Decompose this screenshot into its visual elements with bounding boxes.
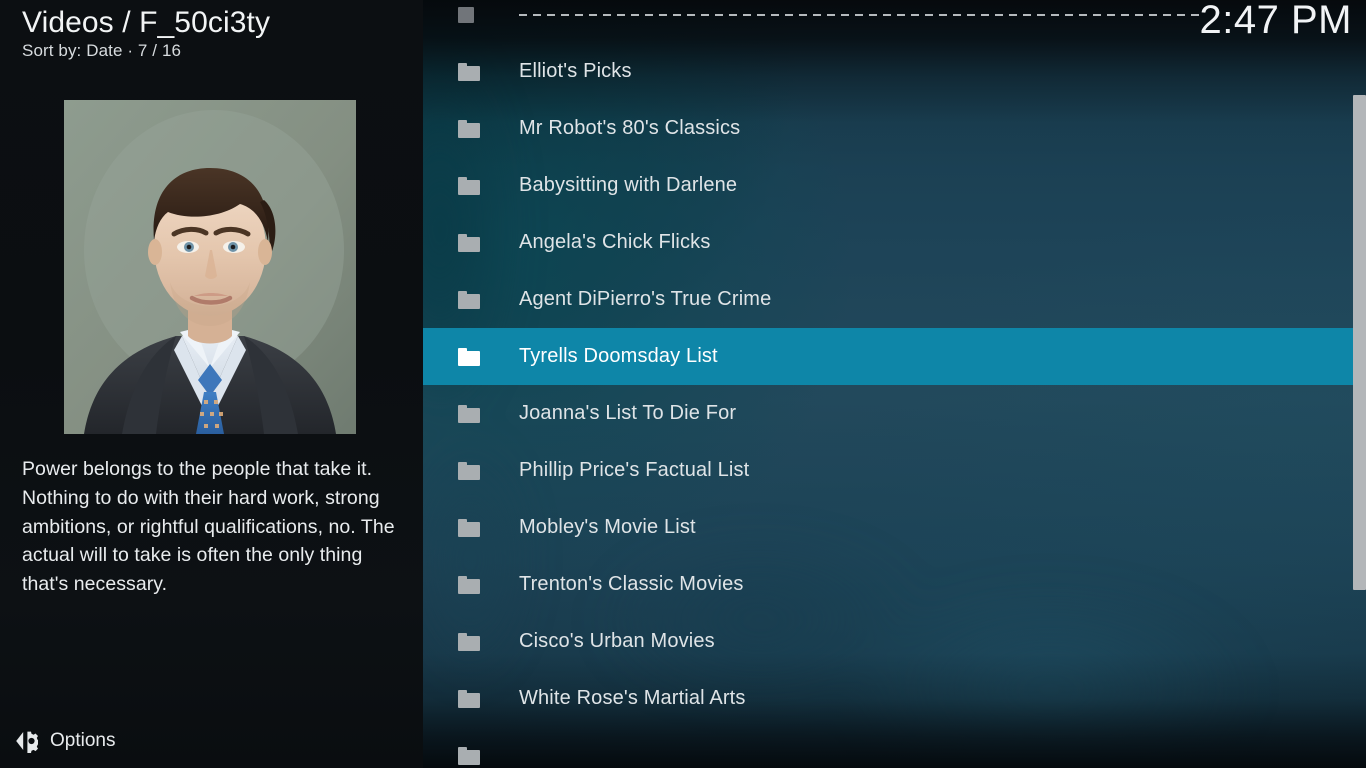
folder-icon <box>458 404 480 423</box>
options-chevron-gear-icon <box>10 727 40 755</box>
media-list-panel[interactable]: Elliot's Picks Mr Robot's 80's Classics Ba… <box>423 0 1366 768</box>
list-item-label: Joanna's List To Die For <box>519 402 737 424</box>
scrollbar-thumb[interactable] <box>1353 95 1366 590</box>
folder-icon <box>458 575 480 594</box>
list-item[interactable]: Tyrells Doomsday List <box>423 328 1366 385</box>
list-item[interactable]: Mobley's Movie List <box>423 499 1366 556</box>
folder-icon <box>458 518 480 537</box>
list-item-label: Babysitting with Darlene <box>519 174 738 196</box>
kodi-video-browser: Elliot's Picks Mr Robot's 80's Classics Ba… <box>0 0 1366 768</box>
folder-icon <box>458 689 480 708</box>
clock: 2:47 PM <box>1199 0 1352 42</box>
list-item[interactable]: Joanna's List To Die For <box>423 385 1366 442</box>
folder-icon <box>458 62 480 81</box>
list-item-label: Elliot's Picks <box>519 60 632 82</box>
folder-icon <box>458 746 480 765</box>
folder-icon <box>458 176 480 195</box>
media-list: Elliot's Picks Mr Robot's 80's Classics Ba… <box>423 0 1366 768</box>
separator-line <box>519 13 1201 16</box>
list-item[interactable]: Elliot's Picks <box>423 43 1366 100</box>
plot-description: Power belongs to the people that take it… <box>22 458 395 596</box>
options-button[interactable]: Options <box>0 714 423 768</box>
list-item-label: Mr Robot's 80's Classics <box>519 117 741 139</box>
sort-and-count-label: Sort by: Date · 7 / 16 <box>22 41 182 60</box>
list-item[interactable]: White Rose's Martial Arts <box>423 670 1366 727</box>
folder-icon <box>458 233 480 252</box>
list-item[interactable]: Babysitting with Darlene <box>423 157 1366 214</box>
list-item-label: Cisco's Urban Movies <box>519 630 715 652</box>
folder-icon <box>458 347 480 366</box>
list-item-label: Agent DiPierro's True Crime <box>519 288 772 310</box>
list-item-label: Angela's Chick Flicks <box>519 231 711 253</box>
folder-icon <box>458 461 480 480</box>
list-scrollbar[interactable] <box>1353 0 1366 768</box>
list-item[interactable]: Cisco's Urban Movies <box>423 613 1366 670</box>
thumbnail-image <box>64 100 356 434</box>
folder-icon <box>458 632 480 651</box>
list-item-label: Phillip Price's Factual List <box>519 459 750 481</box>
list-item[interactable]: Mr Robot's 80's Classics <box>423 100 1366 157</box>
folder-icon <box>458 119 480 138</box>
info-panel: Videos / F_50ci3ty Sort by: Date · 7 / 1… <box>0 0 423 768</box>
list-item[interactable]: Angela's Chick Flicks <box>423 214 1366 271</box>
folder-icon <box>458 290 480 309</box>
list-item[interactable] <box>423 727 1366 768</box>
list-item-label: White Rose's Martial Arts <box>519 687 746 709</box>
list-item[interactable]: Agent DiPierro's True Crime <box>423 271 1366 328</box>
separator-icon <box>458 6 474 23</box>
list-item-label: Trenton's Classic Movies <box>519 573 744 595</box>
list-item[interactable]: Trenton's Classic Movies <box>423 556 1366 613</box>
list-item[interactable]: Phillip Price's Factual List <box>423 442 1366 499</box>
list-item-label: Mobley's Movie List <box>519 516 696 538</box>
list-item-label: Tyrells Doomsday List <box>519 345 718 367</box>
page-title: Videos / F_50ci3ty <box>22 6 271 39</box>
options-label: Options <box>50 730 116 751</box>
